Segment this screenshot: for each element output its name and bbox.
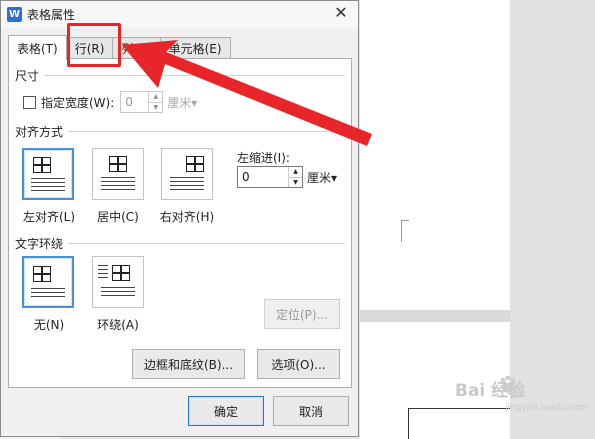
tab-table[interactable]: 表格(T) bbox=[8, 35, 67, 60]
annotation-arrow-icon bbox=[122, 40, 372, 146]
